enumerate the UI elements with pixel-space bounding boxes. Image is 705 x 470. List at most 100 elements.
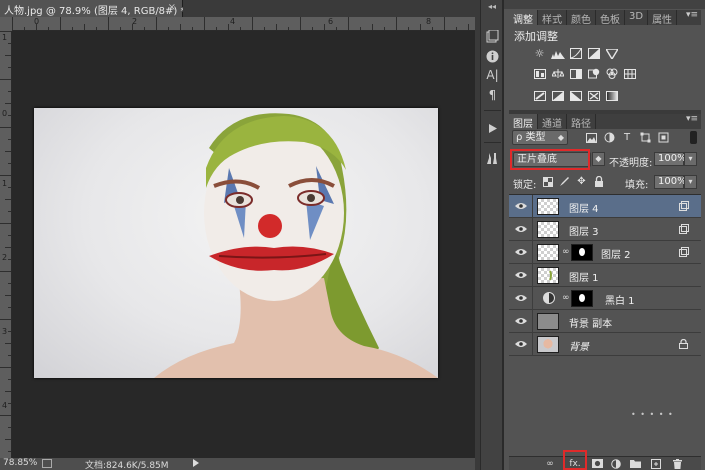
layer-row[interactable]: ∞ 图层 2 xyxy=(509,241,701,264)
adjustment-layer-icon[interactable] xyxy=(543,292,555,304)
lock-position-icon[interactable]: ✥ xyxy=(576,176,587,187)
layer-row[interactable]: 背景 xyxy=(509,333,701,356)
lock-all-icon[interactable] xyxy=(593,176,604,187)
tab-swatches[interactable]: 色板 xyxy=(596,10,625,26)
eye-icon[interactable] xyxy=(515,223,527,235)
layer-name[interactable]: 图层 4 xyxy=(569,200,599,215)
exposure-icon[interactable] xyxy=(586,47,601,60)
layer-mask-thumbnail[interactable] xyxy=(571,290,593,307)
pixel-filter-icon[interactable] xyxy=(585,132,597,143)
tab-styles[interactable]: 样式 xyxy=(538,10,567,26)
filter-kind-select[interactable]: ρ 类型 ◆ xyxy=(512,130,568,145)
close-icon[interactable]: × xyxy=(168,2,176,13)
tab-strip xyxy=(183,0,475,17)
type-filter-icon[interactable]: T xyxy=(621,132,633,143)
history-icon[interactable] xyxy=(484,28,501,45)
lock-transparency-icon[interactable] xyxy=(542,176,553,187)
layer-row[interactable]: 图层 3 xyxy=(509,218,701,241)
character-icon[interactable]: A| xyxy=(484,66,501,83)
selective-color-icon[interactable] xyxy=(586,89,601,102)
curves-icon[interactable] xyxy=(568,47,583,60)
layer-row[interactable]: ∞ 黑白 1 xyxy=(509,287,701,310)
group-icon[interactable] xyxy=(629,458,641,469)
link-icon[interactable]: ∞ xyxy=(562,293,570,304)
document-icon[interactable] xyxy=(42,459,52,468)
hue-saturation-icon[interactable] xyxy=(532,67,547,80)
document-tab[interactable]: 人物.jpg @ 78.9% (图层 4, RGB/8#) * × xyxy=(0,0,186,17)
adjustment-filter-icon[interactable] xyxy=(603,132,615,143)
shape-filter-icon[interactable] xyxy=(639,132,651,143)
threshold-icon[interactable] xyxy=(568,89,583,102)
panel-grip[interactable] xyxy=(504,0,705,9)
layer-row[interactable]: 背景 副本 xyxy=(509,310,701,333)
smart-object-filter-icon[interactable] xyxy=(657,132,669,143)
photo-filter-icon[interactable] xyxy=(586,67,601,80)
layer-thumbnail[interactable] xyxy=(537,221,559,238)
black-white-icon[interactable] xyxy=(568,67,583,80)
layer-name[interactable]: 背景 xyxy=(569,338,589,353)
collapse-icon[interactable]: ◂◂ xyxy=(485,2,499,11)
eye-icon[interactable] xyxy=(515,338,527,350)
layer-thumbnail[interactable] xyxy=(537,267,559,284)
layer-name[interactable]: 图层 3 xyxy=(569,223,599,238)
eye-icon[interactable] xyxy=(515,315,527,327)
mask-icon[interactable] xyxy=(591,458,603,469)
clown-portrait-image[interactable] xyxy=(34,108,438,378)
tab-adjustments[interactable]: 调整 xyxy=(509,10,538,26)
layer-thumbnail[interactable] xyxy=(537,244,559,261)
eye-icon[interactable] xyxy=(515,269,527,281)
vibrance-icon[interactable] xyxy=(604,47,619,60)
lock-paint-icon[interactable] xyxy=(559,176,570,187)
opacity-dropdown-icon[interactable]: ▾ xyxy=(684,152,697,166)
panel-menu-icon[interactable]: ▾≡ xyxy=(683,10,701,25)
resize-grip[interactable]: • • • • • xyxy=(631,410,674,419)
delete-icon[interactable] xyxy=(671,458,683,469)
layer-name[interactable]: 背景 副本 xyxy=(569,315,612,330)
zoom-level[interactable]: 78.85% xyxy=(3,458,37,468)
color-balance-icon[interactable] xyxy=(550,67,565,80)
eye-icon[interactable] xyxy=(515,292,527,304)
fill-field[interactable]: 100% xyxy=(654,175,687,189)
color-lookup-icon[interactable] xyxy=(622,67,637,80)
posterize-icon[interactable] xyxy=(550,89,565,102)
adjustment-icon[interactable] xyxy=(610,458,622,469)
layer-thumbnail[interactable] xyxy=(537,198,559,215)
new-layer-icon[interactable] xyxy=(650,458,662,469)
brightness-icon[interactable]: ☼ xyxy=(532,47,547,60)
tab-color[interactable]: 颜色 xyxy=(567,10,596,26)
layer-row[interactable]: 图层 4 xyxy=(509,195,701,218)
levels-icon[interactable] xyxy=(550,47,565,60)
layer-row[interactable]: 图层 1 xyxy=(509,264,701,287)
layer-name[interactable]: 图层 1 xyxy=(569,269,599,284)
invert-icon[interactable] xyxy=(532,89,547,102)
eye-icon[interactable] xyxy=(515,246,527,258)
channel-mixer-icon[interactable] xyxy=(604,67,619,80)
fill-dropdown-icon[interactable]: ▾ xyxy=(684,175,697,189)
paragraph-icon[interactable]: ¶ xyxy=(484,86,501,103)
gradient-map-icon[interactable] xyxy=(604,89,619,102)
layer-mask-thumbnail[interactable] xyxy=(571,244,593,261)
layer-thumbnail[interactable] xyxy=(537,336,559,353)
actions-icon[interactable] xyxy=(484,120,501,137)
play-arrow-icon[interactable] xyxy=(193,459,199,467)
chevron-down-icon[interactable]: ◆ xyxy=(592,152,605,166)
tool-presets-icon[interactable] xyxy=(484,150,501,167)
ruler-corner[interactable] xyxy=(0,17,12,31)
tab-properties[interactable]: 属性 xyxy=(648,10,678,26)
panel-menu-icon[interactable]: ▾≡ xyxy=(683,114,701,129)
horizontal-ruler[interactable]: 0 2 4 6 8 xyxy=(12,17,475,31)
info-icon[interactable] xyxy=(484,48,501,65)
tab-paths[interactable]: 路径 xyxy=(567,114,596,130)
tab-3d[interactable]: 3D xyxy=(625,10,649,25)
tab-channels[interactable]: 通道 xyxy=(538,114,567,130)
layer-thumbnail[interactable] xyxy=(537,313,559,330)
vertical-ruler[interactable]: 1 0 1 2 3 4 xyxy=(0,31,12,458)
opacity-field[interactable]: 100% xyxy=(654,152,687,166)
eye-icon[interactable] xyxy=(515,200,527,212)
layer-name[interactable]: 图层 2 xyxy=(601,246,631,261)
filter-toggle[interactable] xyxy=(690,131,697,144)
link-icon[interactable]: ∞ xyxy=(562,247,570,258)
layer-name[interactable]: 黑白 1 xyxy=(605,292,635,307)
link-icon[interactable]: ∞ xyxy=(544,458,556,469)
tab-layers[interactable]: 图层 xyxy=(509,114,538,130)
